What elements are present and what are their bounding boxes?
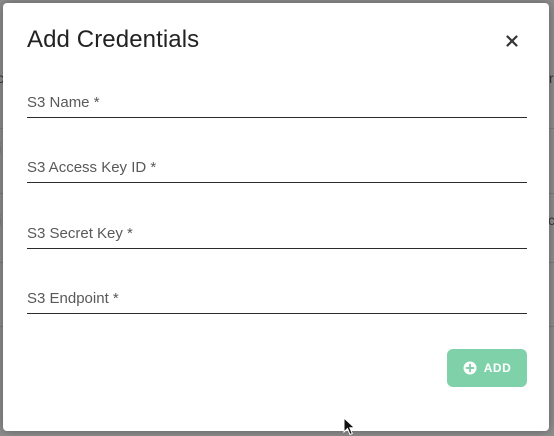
add-button[interactable]: ADD <box>447 349 527 387</box>
s3-access-key-id-field <box>27 152 527 183</box>
mouse-pointer-icon <box>343 417 356 436</box>
close-button[interactable] <box>503 32 521 50</box>
background-text-fragment: r <box>549 70 554 86</box>
s3-endpoint-input[interactable] <box>27 283 527 313</box>
s3-secret-key-input[interactable] <box>27 218 527 248</box>
s3-name-input[interactable] <box>27 87 527 117</box>
s3-name-field <box>27 87 527 118</box>
add-button-label: ADD <box>483 361 512 375</box>
plus-circle-icon <box>463 361 477 375</box>
background-text-fragment: i <box>0 212 1 228</box>
s3-endpoint-field <box>27 283 527 314</box>
s3-access-key-id-input[interactable] <box>27 152 527 182</box>
dialog-title: Add Credentials <box>27 26 200 53</box>
add-credentials-dialog: Add Credentials ADD <box>3 3 549 431</box>
s3-secret-key-field <box>27 218 527 249</box>
close-icon <box>506 35 518 47</box>
background-text-fragment: i <box>0 140 1 156</box>
